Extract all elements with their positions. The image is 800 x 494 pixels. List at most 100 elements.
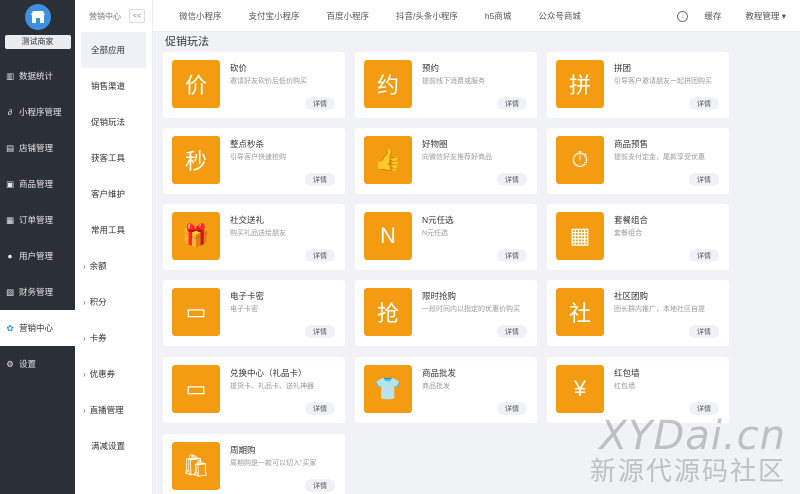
details-button[interactable]: 详情 <box>305 249 335 262</box>
app-card-title: 商品批发 <box>422 368 457 378</box>
app-card-glyph: 拼 <box>568 73 591 98</box>
platform-tab[interactable]: 支付宝小程序 <box>249 10 300 22</box>
main-content: 促销玩法 价 砍价 邀请好友砍价后低价购买 详情 约 预约 提前线下消费或服务 详情 拼 拼团 引导… <box>153 32 800 494</box>
app-card[interactable]: 拼 拼团 引导客户邀请朋友一起拼团购买 详情 <box>547 52 729 118</box>
sidebar-item[interactable]: ⚙ 设置 <box>0 346 75 382</box>
store-logo-icon[interactable] <box>24 4 51 30</box>
details-button[interactable]: 详情 <box>497 249 527 262</box>
app-card-glyph: ▭ <box>185 376 207 401</box>
app-card[interactable]: N N元任选 N元任选 详情 <box>355 204 537 270</box>
submenu-item-label: 卡券 <box>89 333 107 343</box>
app-card-glyph: 👍 <box>374 147 402 172</box>
sidebar-item[interactable]: ✿ 营销中心 <box>0 310 75 346</box>
submenu-item[interactable]: 客户维护 <box>75 176 152 212</box>
section-title: 促销玩法 <box>165 36 209 48</box>
limited-time-icon: 抢 <box>364 288 412 336</box>
details-button[interactable]: 详情 <box>305 402 335 415</box>
submenu-item[interactable]: › 直播管理 <box>75 392 152 428</box>
details-button[interactable]: 详情 <box>305 325 335 338</box>
sidebar-item[interactable]: ● 用户管理 <box>0 238 75 274</box>
app-card[interactable]: 👍 好物圈 向微信好友推荐好商品 详情 <box>355 128 537 194</box>
chevron-right-icon: › <box>83 297 86 307</box>
app-card-glyph: ⏱ <box>571 147 589 172</box>
app-card-description: 商品批发 <box>422 383 450 390</box>
app-card-title: 商品预售 <box>614 139 649 149</box>
app-card[interactable]: 秒 整点秒杀 引导客户快速抢购 详情 <box>163 128 345 194</box>
submenu-item[interactable]: › 卡券 <box>75 320 152 356</box>
platform-tab[interactable]: 抖音/头条小程序 <box>396 10 458 22</box>
details-button[interactable]: 详情 <box>497 325 527 338</box>
details-button[interactable]: 详情 <box>305 97 335 110</box>
sidebar-item[interactable]: ▥ 数据统计 <box>0 58 75 94</box>
submenu-item-label: 优惠券 <box>89 369 116 379</box>
submenu-item[interactable]: › 余额 <box>75 248 152 284</box>
sidebar-item-label: 商品管理 <box>19 179 54 189</box>
app-card[interactable]: ⏱ 商品预售 提前支付定金，尾款享受优惠 详情 <box>547 128 729 194</box>
details-button[interactable]: 详情 <box>497 97 527 110</box>
details-button[interactable]: 详情 <box>305 479 335 492</box>
app-card[interactable]: 🛍 周期购 周期购是一款可以切入“买家 详情 <box>163 434 345 494</box>
sidebar-item-label: 店铺管理 <box>19 143 54 153</box>
app-card[interactable]: 约 预约 提前线下消费或服务 详情 <box>355 52 537 118</box>
app-card-title: 好物圈 <box>422 139 448 149</box>
submenu-item[interactable]: 全部应用 <box>81 32 146 68</box>
user-menu[interactable]: 教程管理 ▾ <box>745 10 786 22</box>
app-card[interactable]: ▭ 电子卡密 电子卡密 详情 <box>163 280 345 346</box>
app-card[interactable]: 👕 商品批发 商品批发 详情 <box>355 357 537 423</box>
brand: 测试商家 <box>0 0 75 58</box>
submenu-item[interactable]: 获客工具 <box>75 140 152 176</box>
collapse-button[interactable]: << <box>129 9 145 23</box>
download-icon[interactable]: ↓ <box>677 10 689 22</box>
details-button[interactable]: 详情 <box>497 402 527 415</box>
chevron-right-icon: › <box>83 333 86 343</box>
details-button[interactable]: 详情 <box>305 173 335 186</box>
sidebar-item-label: 小程序管理 <box>19 107 62 117</box>
mini-program-icon: ∂ <box>7 107 13 117</box>
details-button[interactable]: 详情 <box>689 97 719 110</box>
sidebar-item[interactable]: ▦ 订单管理 <box>0 202 75 238</box>
submenu-item-label: 客户维护 <box>91 189 126 199</box>
app-card-description: 提货卡、礼品卡、送礼神器 <box>230 383 314 390</box>
sidebar-item-label: 用户管理 <box>19 251 54 261</box>
app-card-description: 邀请好友砍价后低价购买 <box>230 78 307 85</box>
platform-tab[interactable]: 公众号商城 <box>538 10 581 22</box>
submenu-item[interactable]: 常用工具 <box>75 212 152 248</box>
platform-tab[interactable]: 百度小程序 <box>327 10 370 22</box>
sidebar-item[interactable]: ▣ 商品管理 <box>0 166 75 202</box>
app-card-glyph: 秒 <box>184 149 207 174</box>
details-button[interactable]: 详情 <box>689 325 719 338</box>
user-name: 教程管理 <box>745 11 780 21</box>
chevron-right-icon: › <box>83 261 86 271</box>
submenu-item[interactable]: › 积分 <box>75 284 152 320</box>
sidebar-item[interactable]: ▨ 财务管理 <box>0 274 75 310</box>
watermark: XYDai.cn 新源代源码社区 <box>590 416 786 486</box>
community-icon: 社 <box>556 288 604 336</box>
order-icon: ▦ <box>5 214 15 225</box>
sidebar-item[interactable]: ▤ 店铺管理 <box>0 130 75 166</box>
submenu-item[interactable]: › 优惠券 <box>75 356 152 392</box>
marketing-icon: ✿ <box>6 322 14 333</box>
app-card-title: 兑换中心（礼品卡） <box>230 368 307 378</box>
details-button[interactable]: 详情 <box>497 173 527 186</box>
app-card-description: N元任选 <box>422 230 449 237</box>
sidebar-item[interactable]: ∂ 小程序管理 <box>0 94 75 130</box>
submenu-item[interactable]: 满减设置 <box>75 428 152 464</box>
app-card-title: 社交送礼 <box>230 215 265 225</box>
submenu-item[interactable]: 销售渠道 <box>75 68 152 104</box>
app-card[interactable]: ▭ 兑换中心（礼品卡） 提货卡、礼品卡、送礼神器详情 <box>163 357 345 423</box>
goods-icon: ▣ <box>5 178 15 189</box>
details-button[interactable]: 详情 <box>689 173 719 186</box>
platform-tab[interactable]: 微信小程序 <box>179 10 222 22</box>
app-card[interactable]: 价 砍价 邀请好友砍价后低价购买 详情 <box>163 52 345 118</box>
app-card[interactable]: ▦ 套餐组合 套餐组合 详情 <box>547 204 729 270</box>
finance-icon: ▨ <box>5 286 15 297</box>
app-card[interactable]: 🎁 社交送礼 购买礼品送给朋友 详情 <box>163 204 345 270</box>
details-button[interactable]: 详情 <box>689 249 719 262</box>
platform-tab[interactable]: h5商城 <box>485 10 511 22</box>
submenu-item-label: 余额 <box>89 261 107 271</box>
app-card-title: 拼团 <box>614 63 632 73</box>
cache-link[interactable]: 缓存 <box>704 10 721 22</box>
app-card[interactable]: 社 社区团购 团长群内推广，本地社区自提 详情 <box>547 280 729 346</box>
submenu-item[interactable]: 促销玩法 <box>75 104 152 140</box>
app-card[interactable]: 抢 限时抢购 一段时间内以指定的优惠价购买 详情 <box>355 280 537 346</box>
